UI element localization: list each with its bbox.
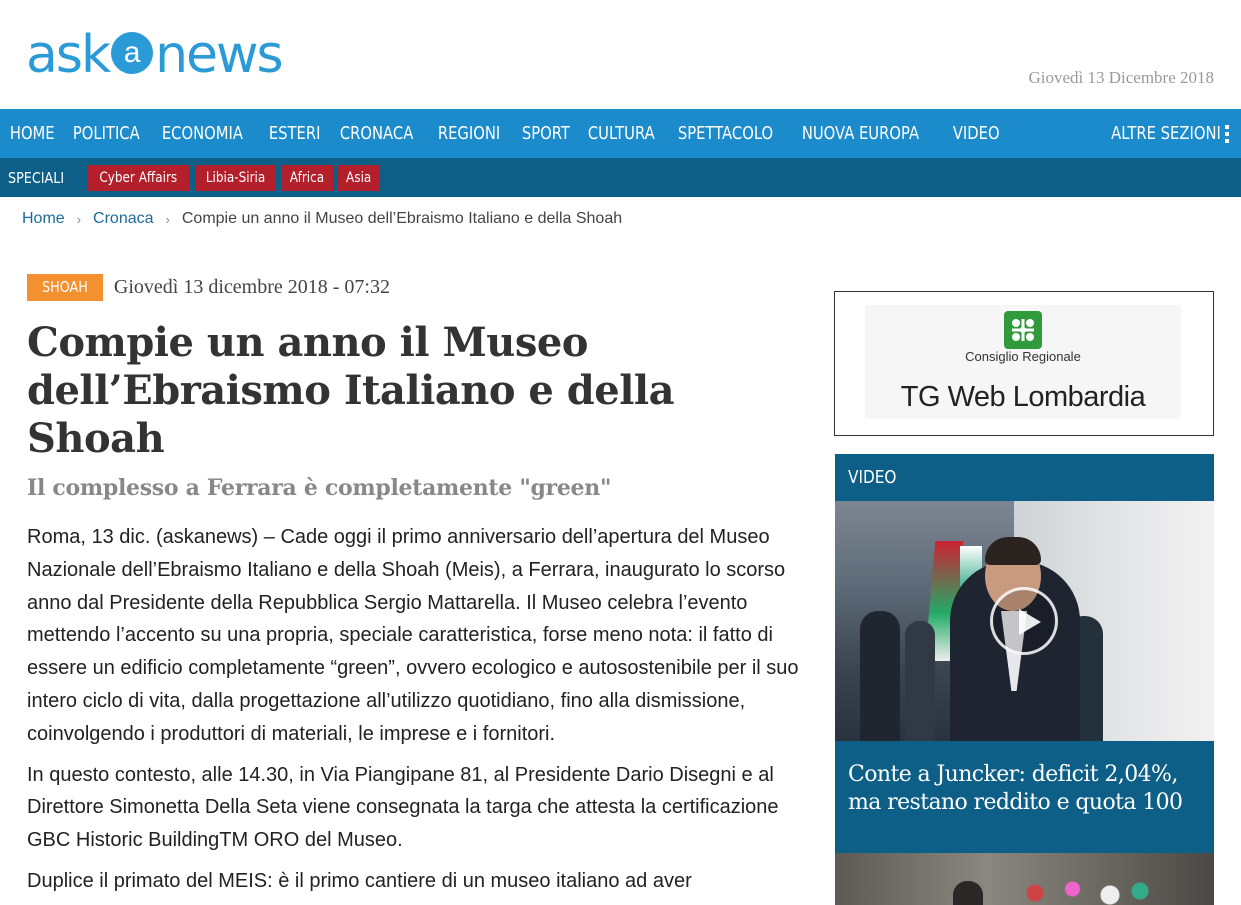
video-widget: VIDEO Conte a Juncker: deficit 2,04%, ma… <box>835 454 1214 905</box>
article-tag[interactable]: SHOAH <box>27 274 103 301</box>
article-date: Giovedì 13 dicembre 2018 - 07:32 <box>113 276 390 298</box>
speciali-tag-africa[interactable]: Africa <box>280 164 333 191</box>
nav-item-regioni[interactable]: REGIONI <box>428 123 510 144</box>
nav-item-esteri[interactable]: ESTERI <box>259 123 330 144</box>
main-nav: HOME POLITICA ECONOMIA ESTERI CRONACA RE… <box>0 109 1241 158</box>
nav-item-cronaca[interactable]: CRONACA <box>330 123 423 144</box>
nav-item-home[interactable]: HOME <box>0 123 64 144</box>
lombardia-rose-icon <box>1004 311 1042 349</box>
video-thumbnail-next[interactable] <box>835 853 1214 905</box>
logo-text-right: news <box>155 25 284 85</box>
ad-title: TG Web Lombardia <box>900 381 1146 413</box>
speciali-tag-libia-siria[interactable]: Libia-Siria <box>194 164 276 191</box>
speciali-label: SPECIALI <box>8 168 65 187</box>
article: SHOAH Giovedì 13 dicembre 2018 - 07:32 C… <box>27 274 817 905</box>
nav-item-cultura[interactable]: CULTURA <box>578 123 665 144</box>
play-icon[interactable] <box>990 587 1058 655</box>
ad-subtitle: Consiglio Regionale <box>965 349 1081 364</box>
speciali-tag-cyber-affairs[interactable]: Cyber Affairs <box>86 164 190 191</box>
breadcrumb-section[interactable]: Cronaca <box>93 210 153 228</box>
article-paragraph: In questo contesto, alle 14.30, in Via P… <box>27 763 779 852</box>
article-paragraph: Duplice il primato del MEIS: è il primo … <box>27 869 692 892</box>
nav-item-nuova-europa[interactable]: NUOVA EUROPA <box>792 123 929 144</box>
tg-web-lombardia-ad[interactable]: Consiglio Regionale TG Web Lombardia <box>834 291 1214 436</box>
altre-sezioni-label: ALTRE SEZIONI <box>1111 123 1221 144</box>
nav-item-video[interactable]: VIDEO <box>943 123 1009 144</box>
altre-sezioni-menu[interactable]: ALTRE SEZIONI <box>1087 109 1229 158</box>
chevron-right-icon: › <box>76 211 82 227</box>
article-meta: SHOAH Giovedì 13 dicembre 2018 - 07:32 <box>27 274 817 301</box>
article-title: Compie un anno il Museo dell’Ebraismo It… <box>27 319 675 462</box>
video-thumbnail[interactable] <box>835 501 1214 741</box>
nav-item-economia[interactable]: ECONOMIA <box>152 123 253 144</box>
breadcrumb-current: Compie un anno il Museo dell’Ebraismo It… <box>181 210 623 227</box>
breadcrumb-home[interactable]: Home <box>22 210 65 228</box>
ad-banner: Consiglio Regionale TG Web Lombardia <box>865 305 1181 419</box>
logo-text-left: ask <box>26 25 111 85</box>
askanews-logo[interactable]: ask a news <box>26 22 284 88</box>
site-header: ask a news Giovedì 13 Dicembre 2018 <box>0 0 1241 109</box>
article-paragraph: Roma, 13 dic. (askanews) – Cade oggi il … <box>27 526 799 745</box>
breadcrumb: Home › Cronaca › Compie un anno il Museo… <box>22 210 622 228</box>
speciali-tag-asia[interactable]: Asia <box>337 164 379 191</box>
article-body: Roma, 13 dic. (askanews) – Cade oggi il … <box>27 521 817 898</box>
video-caption[interactable]: Conte a Juncker: deficit 2,04%, ma resta… <box>835 741 1214 853</box>
vertical-dots-icon <box>1225 124 1229 143</box>
logo-mark: a <box>111 32 154 74</box>
nav-item-spettacolo[interactable]: SPETTACOLO <box>668 123 783 144</box>
nav-item-politica[interactable]: POLITICA <box>63 123 150 144</box>
header-date: Giovedì 13 Dicembre 2018 <box>1028 68 1214 87</box>
video-heading[interactable]: VIDEO <box>835 454 1214 501</box>
chevron-right-icon: › <box>165 211 170 227</box>
article-subtitle: Il complesso a Ferrara è completamente "… <box>27 475 612 501</box>
nav-item-sport[interactable]: SPORT <box>512 123 580 144</box>
speciali-bar: SPECIALI Cyber Affairs Libia-Siria Afric… <box>0 158 1241 197</box>
